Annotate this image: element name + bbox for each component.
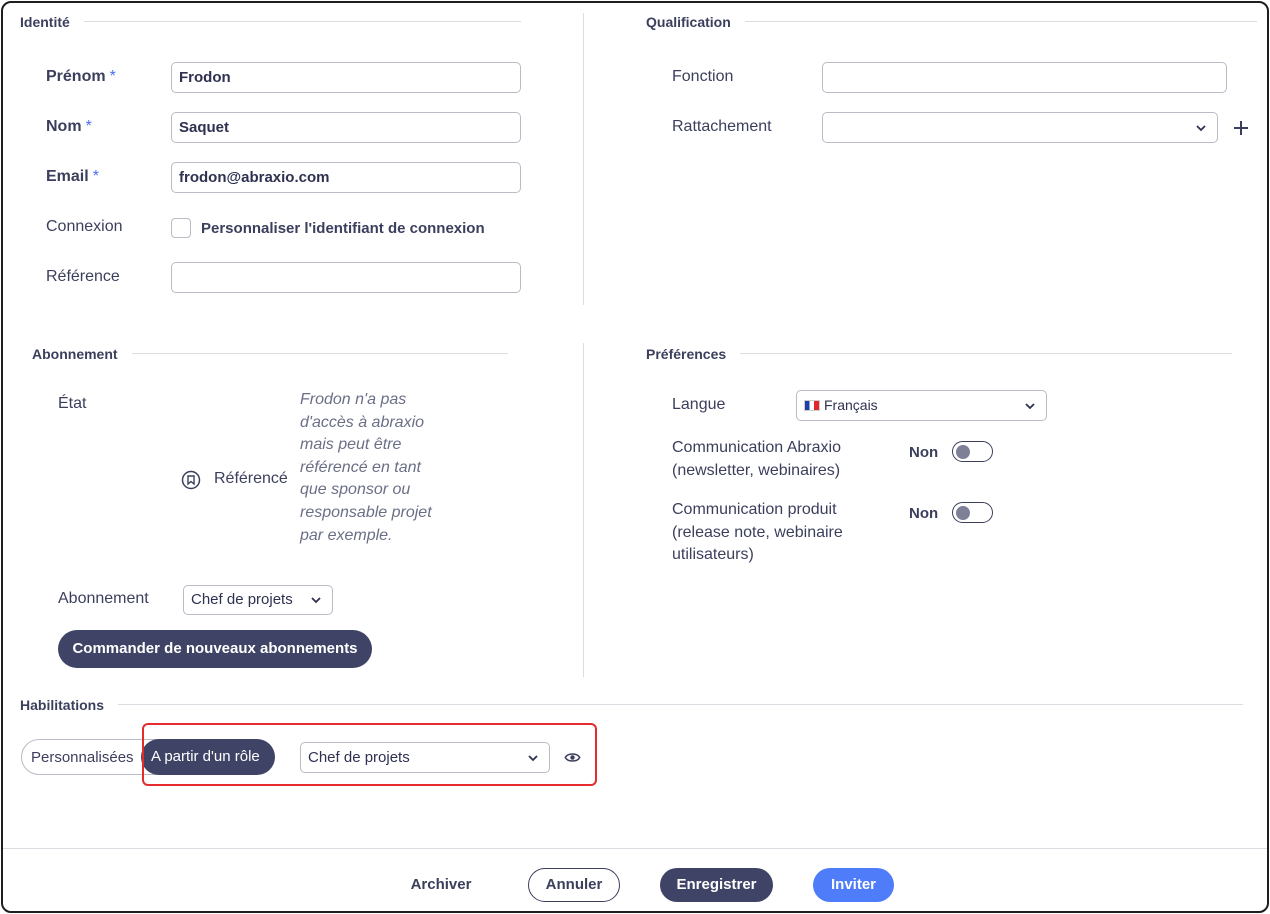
nom-label: Nom * — [46, 118, 92, 135]
cancel-button[interactable]: Annuler — [528, 868, 620, 902]
section-title-habilitations: Habilitations — [20, 697, 119, 713]
comm-produit-state: Non — [909, 505, 939, 522]
invite-button[interactable]: Inviter — [813, 868, 894, 902]
abonnement-select[interactable]: Chef de projets — [183, 585, 333, 615]
flag-fr-icon — [804, 400, 820, 411]
reference-input[interactable] — [171, 262, 521, 293]
rattachement-label: Rattachement — [672, 118, 772, 135]
comm-abraxio-state: Non — [909, 444, 939, 461]
langue-select[interactable]: Français — [796, 390, 1047, 421]
chevron-down-icon — [1196, 125, 1206, 132]
section-title-abonnement: Abonnement — [32, 346, 132, 362]
comm-produit-toggle[interactable] — [952, 502, 993, 523]
section-divider — [21, 21, 521, 22]
add-icon[interactable] — [1232, 119, 1250, 137]
etat-note: Frodon n'a pas d'accès à abraxio mais pe… — [300, 391, 432, 544]
bookmark-icon — [181, 470, 201, 490]
chevron-down-icon — [1025, 403, 1035, 410]
section-title-preferences: Préférences — [646, 346, 741, 362]
column-divider — [583, 343, 584, 677]
comm-produit-label: Communication produit (release note, web… — [672, 501, 843, 563]
email-label: Email * — [46, 168, 99, 185]
column-divider — [583, 13, 584, 305]
rattachement-select[interactable] — [822, 112, 1218, 143]
comm-abraxio-label: Communication Abraxio (newsletter, webin… — [672, 439, 841, 479]
mode-personnalisees-label: Personnalisées — [31, 749, 134, 766]
archive-button[interactable]: Archiver — [401, 876, 481, 893]
prenom-label: Prénom * — [46, 68, 116, 85]
langue-value: Français — [824, 397, 878, 413]
fonction-input[interactable] — [822, 62, 1227, 93]
toggle-knob — [956, 505, 970, 520]
email-input[interactable]: frodon@abraxio.com — [171, 162, 521, 193]
toggle-knob — [956, 444, 970, 459]
connexion-label: Connexion — [46, 218, 123, 235]
custom-login-label: Personnaliser l'identifiant de connexion — [201, 220, 485, 237]
abonnement-value: Chef de projets — [191, 591, 293, 608]
custom-login-checkbox[interactable] — [171, 218, 191, 238]
footer-divider — [3, 848, 1267, 849]
fonction-label: Fonction — [672, 68, 734, 85]
user-form-dialog: Identité Prénom * Frodon Nom * Saquet Emai… — [1, 1, 1269, 913]
save-button[interactable]: Enregistrer — [660, 868, 773, 902]
highlight-box — [142, 723, 597, 786]
section-title-qualification: Qualification — [646, 14, 745, 30]
etat-label: État — [58, 395, 87, 412]
langue-label: Langue — [672, 396, 726, 413]
section-title-identite: Identité — [20, 14, 84, 30]
nom-input[interactable]: Saquet — [171, 112, 521, 143]
section-divider — [21, 704, 1243, 705]
order-subscriptions-button[interactable]: Commander de nouveaux abonnements — [58, 630, 372, 668]
reference-label: Référence — [46, 268, 120, 285]
etat-value: Référencé — [214, 470, 288, 487]
comm-abraxio-toggle[interactable] — [952, 441, 993, 462]
prenom-input[interactable]: Frodon — [171, 62, 521, 93]
abonnement-label: Abonnement — [58, 590, 149, 607]
chevron-down-icon — [311, 597, 321, 604]
